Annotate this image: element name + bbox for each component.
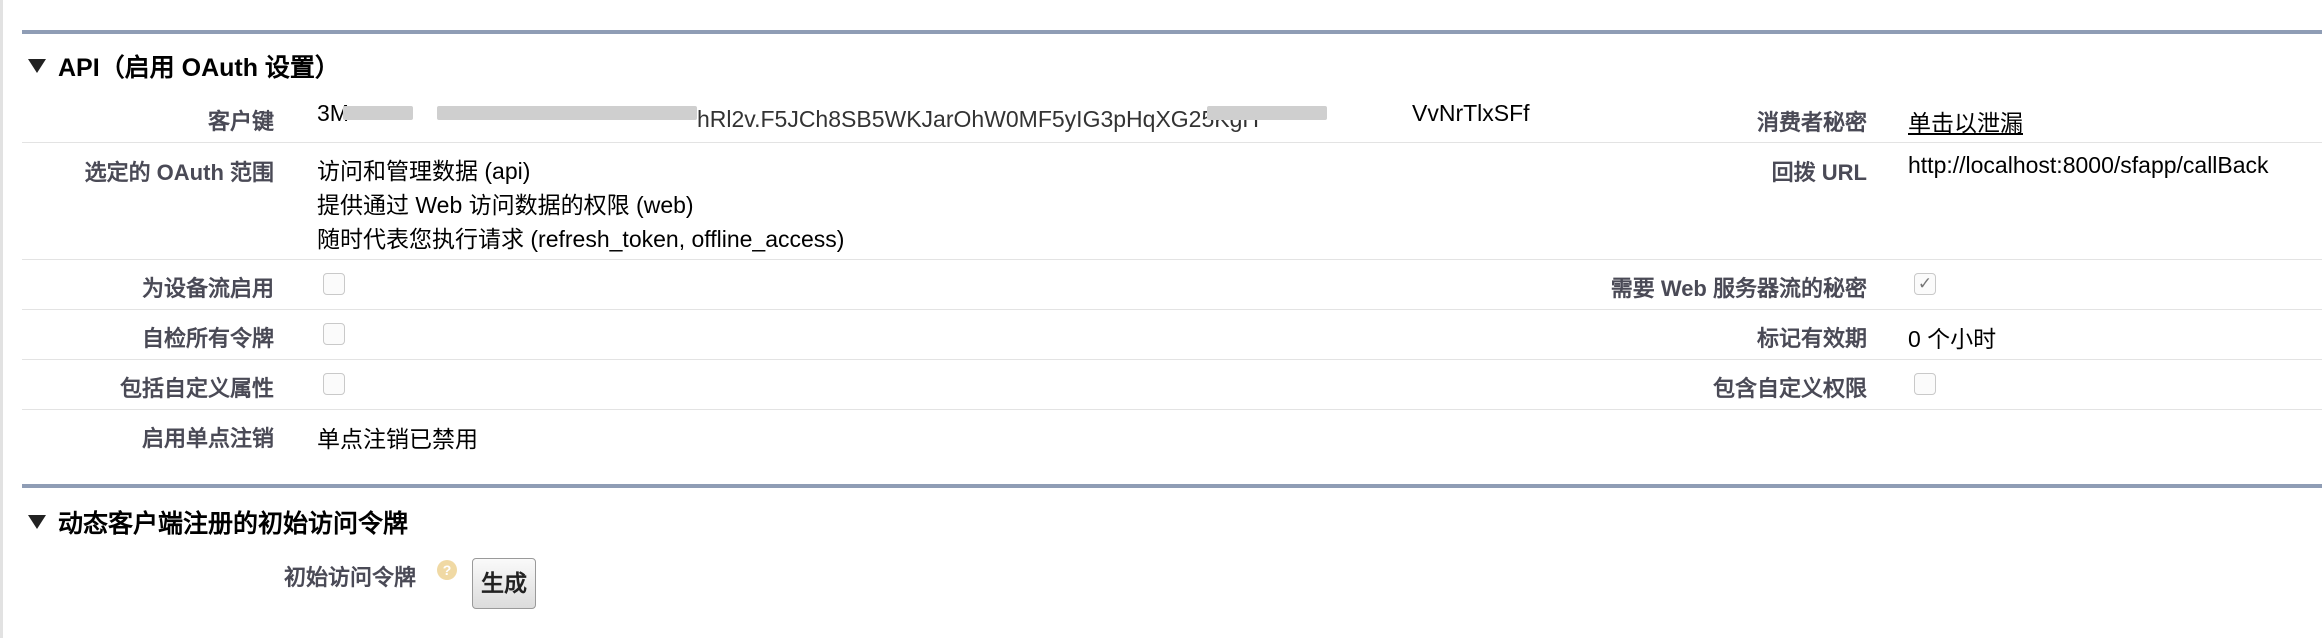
consumer-secret-label: 消费者秘密 bbox=[1756, 110, 1867, 135]
redaction-mask bbox=[343, 106, 413, 120]
reveal-secret-link-text[interactable]: 单击以泄漏 bbox=[1908, 110, 2023, 136]
custom-attributes-label: 包括自定义属性 bbox=[119, 376, 274, 401]
custom-attributes-checkbox[interactable] bbox=[323, 373, 345, 395]
checkmark-icon: ✓ bbox=[1917, 274, 1933, 293]
row-separator bbox=[22, 142, 2322, 143]
sso-logout-label: 启用单点注销 bbox=[141, 426, 274, 451]
callback-url-value: http://localhost:8000/sfapp/callBack bbox=[1908, 152, 2269, 178]
custom-permissions-checkbox[interactable] bbox=[1914, 373, 1936, 395]
sso-logout-value: 单点注销已禁用 bbox=[317, 426, 478, 452]
consumer-key-value: 3M hRl2v.F5JCh8SB5WKJarOhW0MF5yIG3pHqXG2… bbox=[317, 100, 1530, 132]
consumer-key-visible-tail: VvNrTlxSFf bbox=[1412, 100, 1530, 126]
generate-button[interactable]: 生成 bbox=[472, 558, 536, 609]
section-rule bbox=[22, 30, 2322, 34]
scope-item: 提供通过 Web 访问数据的权限 (web) bbox=[317, 192, 694, 218]
oauth-scopes-list: 访问和管理数据 (api) 提供通过 Web 访问数据的权限 (web) 随时代… bbox=[317, 154, 844, 256]
row-separator bbox=[22, 409, 2322, 410]
scope-item: 随时代表您执行请求 (refresh_token, offline_access… bbox=[317, 226, 845, 252]
introspect-tokens-label: 自检所有令牌 bbox=[141, 326, 274, 351]
section-header-initial-token[interactable]: 动态客户端注册的初始访问令牌 bbox=[28, 504, 408, 540]
device-flow-label: 为设备流启用 bbox=[141, 276, 274, 301]
web-server-secret-checkbox[interactable]: ✓ bbox=[1914, 273, 1936, 295]
row-separator bbox=[22, 359, 2322, 360]
section-header-api-oauth[interactable]: API（启用 OAuth 设置） bbox=[28, 48, 340, 84]
redaction-mask bbox=[437, 106, 697, 120]
token-valid-value: 0 个小时 bbox=[1908, 326, 1997, 352]
section-title: API（启用 OAuth 设置） bbox=[58, 54, 340, 82]
custom-permissions-label: 包含自定义权限 bbox=[1712, 376, 1867, 401]
section-title: 动态客户端注册的初始访问令牌 bbox=[58, 510, 409, 538]
device-flow-checkbox[interactable] bbox=[323, 273, 345, 295]
redaction-mask bbox=[1207, 106, 1327, 120]
collapse-triangle-icon[interactable] bbox=[28, 59, 46, 73]
collapse-triangle-icon[interactable] bbox=[28, 515, 46, 529]
scope-item: 访问和管理数据 (api) bbox=[317, 158, 531, 184]
left-edge bbox=[0, 0, 3, 638]
row-separator bbox=[22, 259, 2322, 260]
callback-url-label: 回拨 URL bbox=[1771, 160, 1867, 185]
consumer-key-label: 客户键 bbox=[207, 109, 274, 134]
oauth-scopes-label: 选定的 OAuth 范围 bbox=[84, 160, 274, 185]
introspect-tokens-checkbox[interactable] bbox=[323, 323, 345, 345]
reveal-secret-link[interactable]: 单击以泄漏 bbox=[1908, 104, 2023, 138]
row-separator bbox=[22, 309, 2322, 310]
web-server-secret-label: 需要 Web 服务器流的秘密 bbox=[1610, 276, 1867, 301]
section-rule bbox=[22, 484, 2322, 488]
help-icon[interactable]: ? bbox=[437, 560, 457, 580]
token-valid-label: 标记有效期 bbox=[1756, 326, 1867, 351]
initial-token-label: 初始访问令牌 bbox=[284, 565, 417, 590]
